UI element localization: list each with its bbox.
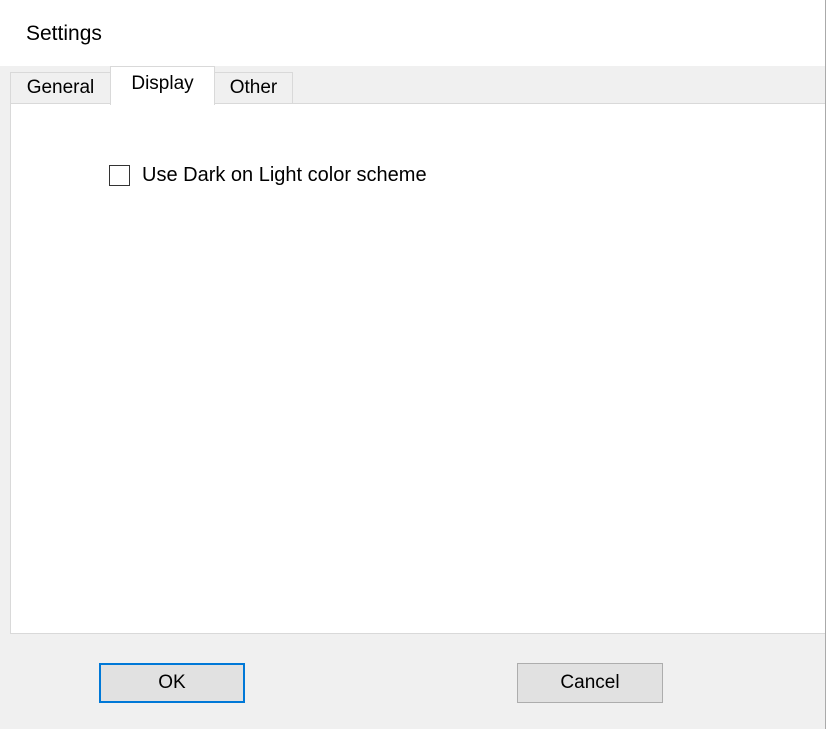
dark-on-light-option[interactable]: Use Dark on Light color scheme [109,164,427,187]
ok-button[interactable]: OK [99,663,245,703]
cancel-button[interactable]: Cancel [517,663,663,703]
settings-dialog: Settings General Display Other Use Dark … [0,0,826,729]
tab-other[interactable]: Other [214,72,293,104]
title-bar[interactable]: Settings [0,0,825,66]
tab-display[interactable]: Display [110,66,215,105]
dark-on-light-checkbox[interactable] [109,165,130,186]
tab-general[interactable]: General [10,72,111,104]
display-tab-panel: Use Dark on Light color scheme [10,103,825,634]
window-title: Settings [26,22,102,45]
dark-on-light-label[interactable]: Use Dark on Light color scheme [142,164,427,187]
